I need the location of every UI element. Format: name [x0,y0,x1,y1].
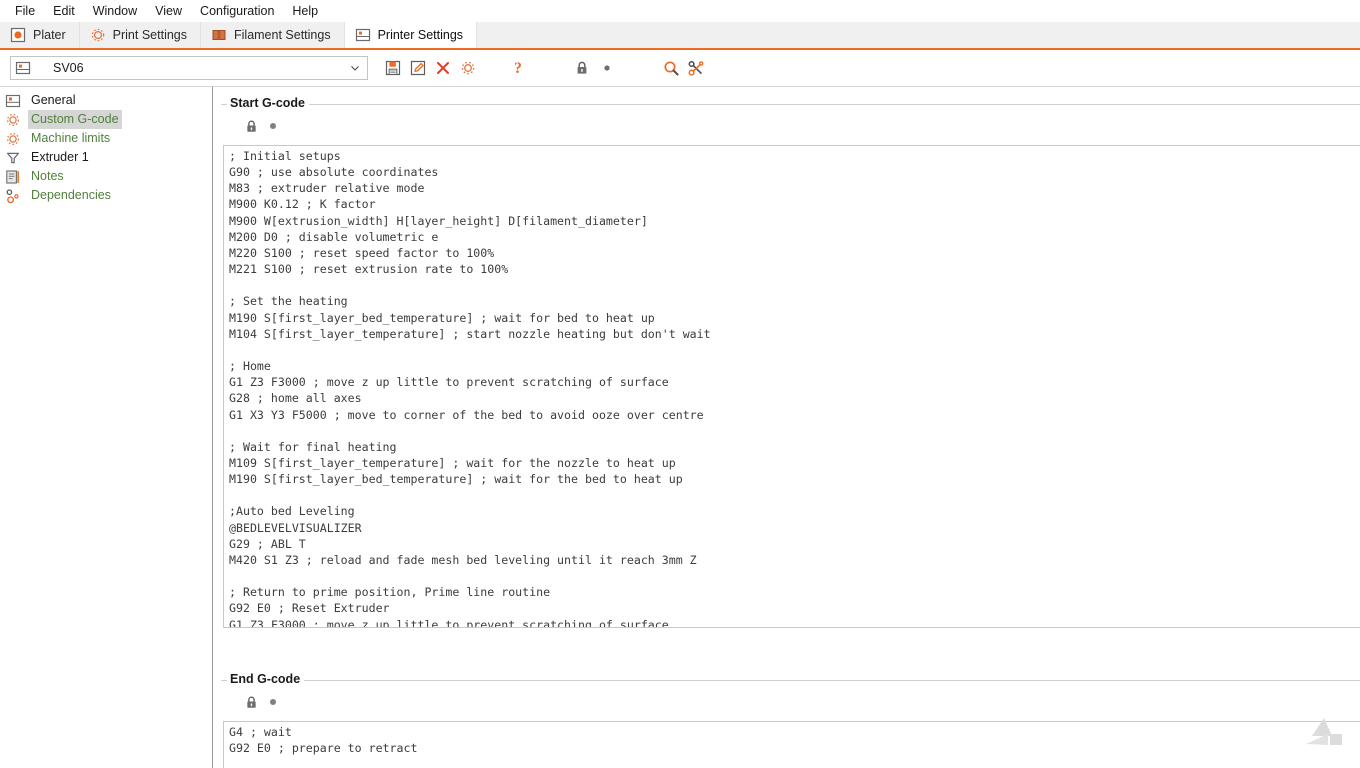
floppy-save-icon [385,60,401,76]
menu-item-file[interactable]: File [6,1,44,21]
sidebar-item-notes-label: Notes [31,169,64,183]
question-mark-icon: ? [514,60,522,77]
tab-plater[interactable]: Plater [0,22,80,48]
end-gcode-textarea[interactable]: G4 ; wait G92 E0 ; prepare to retract [223,721,1360,768]
chevron-down-icon[interactable] [349,62,361,74]
start-gcode-modified-dot[interactable] [270,123,276,129]
start-gcode-group: Start G-code ; Initial setups G90 ; use … [221,95,1360,628]
sidebar-item-general-label: General [31,93,76,107]
menu-item-edit[interactable]: Edit [44,1,84,21]
settings-content-pane: Start G-code ; Initial setups G90 ; use … [213,86,1360,768]
menu-bar: File Edit Window View Configuration Help [0,0,1360,22]
printer-general-icon [5,94,21,107]
print-settings-icon [91,28,104,42]
end-gcode-title: End G-code [227,672,305,686]
tab-print-settings[interactable]: Print Settings [79,22,201,48]
extruder-funnel-icon [6,152,20,163]
tab-printer-settings[interactable]: Printer Settings [344,22,478,48]
sidebar-item-notes[interactable]: Notes [0,167,212,186]
search-icon [663,60,679,76]
settings-sidebar: General Custom G-code Machine limits Ext… [0,86,213,768]
main-tab-bar: Plater Print Settings Filament Settings … [0,22,1360,50]
cog-icon [6,113,20,126]
compare-presets-icon [688,60,703,76]
lock-closed-icon[interactable] [243,118,260,135]
svg-text:?: ? [514,60,522,77]
start-gcode-group-rule: Start G-code [221,96,1360,110]
preset-combo-box[interactable]: SV06 [10,56,368,80]
tab-filament-settings-label: Filament Settings [234,28,331,42]
preset-combo-value: SV06 [53,61,84,75]
delete-preset-button[interactable] [432,57,454,79]
preset-toolbar: SV06 ? [0,50,1360,86]
start-gcode-title: Start G-code [227,96,310,110]
sidebar-item-general[interactable]: General [0,91,212,110]
compare-presets-button[interactable] [685,57,707,79]
lock-button[interactable] [571,57,593,79]
end-gcode-lock-row [221,689,1360,715]
end-gcode-group: End G-code G4 ; wait G92 E0 ; prepare to… [221,671,1360,768]
pencil-edit-icon [410,60,426,76]
lock-closed-icon [577,61,587,74]
modified-dot[interactable] [596,57,618,79]
lock-closed-icon[interactable] [243,694,260,711]
menu-item-window[interactable]: Window [84,1,146,21]
dot-icon [604,65,610,71]
filament-settings-icon [212,30,226,40]
save-preset-button[interactable] [382,57,404,79]
end-gcode-modified-dot[interactable] [270,699,276,705]
sidebar-item-machine-limits-label: Machine limits [31,131,111,145]
sidebar-item-custom-gcode[interactable]: Custom G-code [0,110,212,129]
printer-icon [15,61,31,75]
main-body: General Custom G-code Machine limits Ext… [0,86,1360,768]
preset-settings-button[interactable] [457,57,479,79]
sidebar-item-dependencies[interactable]: Dependencies [0,186,212,205]
start-gcode-body: ; Initial setups G90 ; use absolute coor… [221,113,1360,628]
menu-item-configuration[interactable]: Configuration [191,1,283,21]
tab-print-settings-label: Print Settings [112,28,187,42]
notes-page-icon [6,169,19,184]
printer-settings-icon [355,28,370,42]
end-gcode-group-rule: End G-code [221,672,1360,686]
start-gcode-lock-row [221,113,1360,139]
sidebar-item-machine-limits[interactable]: Machine limits [0,129,212,148]
tab-filament-settings[interactable]: Filament Settings [201,22,345,48]
preset-action-buttons: ? [382,57,707,79]
close-x-icon [436,61,450,75]
gear-icon [461,61,475,75]
sidebar-item-extruder-1[interactable]: Extruder 1 [0,148,212,167]
rename-preset-button[interactable] [407,57,429,79]
menu-item-help[interactable]: Help [283,1,327,21]
tab-printer-settings-label: Printer Settings [377,28,464,42]
sidebar-item-dependencies-label: Dependencies [31,188,111,202]
sidebar-item-extruder-1-label: Extruder 1 [31,150,89,164]
help-button[interactable]: ? [507,57,529,79]
tab-plater-label: Plater [33,28,66,42]
start-gcode-textarea[interactable]: ; Initial setups G90 ; use absolute coor… [223,145,1360,628]
menu-item-view[interactable]: View [146,1,191,21]
dependencies-icon [6,188,19,203]
cog-icon [6,132,20,145]
plater-icon [10,27,26,43]
search-button[interactable] [660,57,682,79]
end-gcode-body: G4 ; wait G92 E0 ; prepare to retract [221,689,1360,768]
sidebar-item-custom-gcode-label: Custom G-code [28,110,122,129]
